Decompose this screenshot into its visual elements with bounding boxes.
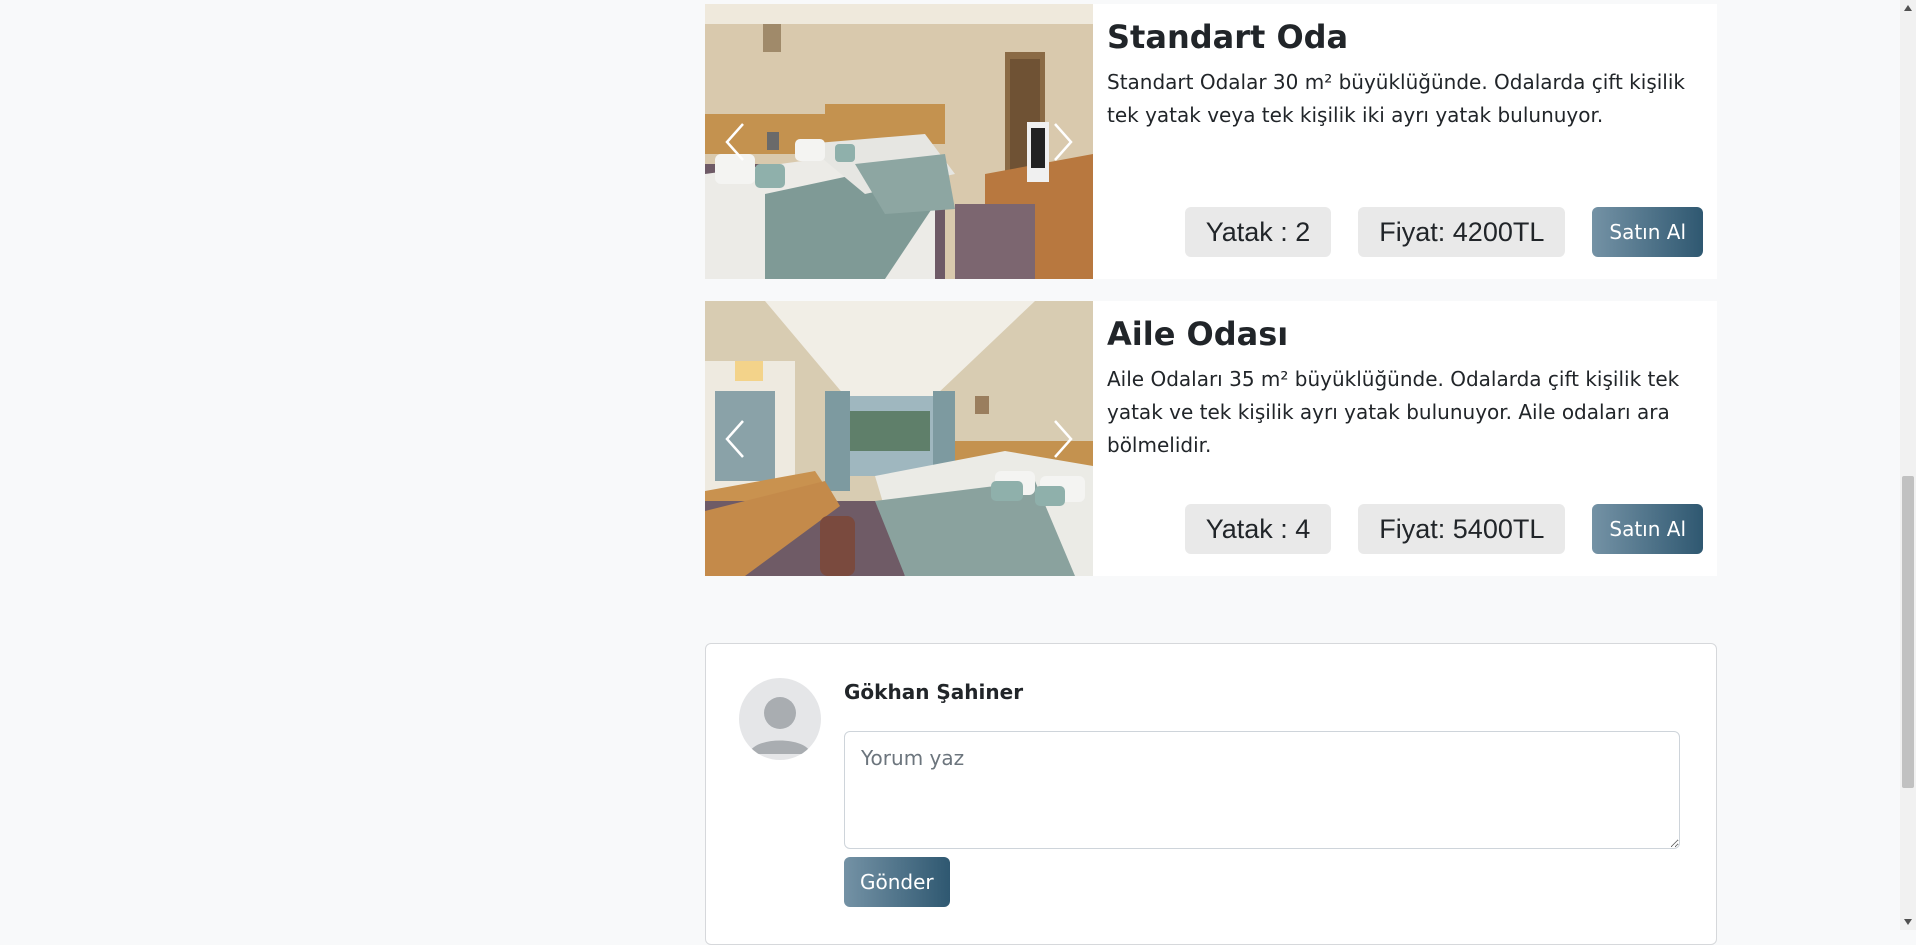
price-badge: Fiyat: 5400TL (1358, 504, 1566, 554)
room-photo (705, 4, 1093, 279)
comment-input[interactable] (844, 731, 1680, 849)
room-title: Aile Odası (1107, 315, 1289, 353)
user-avatar-icon (739, 678, 821, 760)
caret-up-icon (1904, 5, 1912, 11)
room-info: Standart Oda Standart Odalar 30 m² büyük… (1093, 4, 1717, 279)
chevron-left-icon (725, 122, 744, 161)
comment-user-name: Gökhan Şahiner (844, 680, 1024, 704)
scroll-down-button[interactable] (1900, 914, 1916, 930)
bed-count-badge: Yatak : 4 (1184, 504, 1332, 554)
chevron-right-icon (1054, 122, 1073, 161)
comment-section: Gökhan Şahiner Gönder (705, 643, 1717, 945)
room-card-standart: Standart Oda Standart Odalar 30 m² büyük… (705, 4, 1717, 279)
buy-button[interactable]: Satın Al (1592, 504, 1703, 554)
room-description: Standart Odalar 30 m² büyüklüğünde. Odal… (1107, 70, 1685, 128)
room-image-carousel[interactable] (705, 301, 1093, 576)
room-actions: Yatak : 2 Fiyat: 4200TL Satın Al (1184, 207, 1703, 257)
page-scrollbar[interactable] (1900, 0, 1916, 930)
room-photo (705, 301, 1093, 576)
buy-button[interactable]: Satın Al (1592, 207, 1703, 257)
scroll-up-button[interactable] (1900, 0, 1916, 16)
chevron-right-icon (1054, 419, 1073, 458)
carousel-next-button[interactable] (1043, 112, 1083, 172)
bed-count-badge: Yatak : 2 (1184, 207, 1332, 257)
carousel-next-button[interactable] (1043, 409, 1083, 469)
carousel-prev-button[interactable] (715, 409, 755, 469)
price-badge: Fiyat: 4200TL (1358, 207, 1566, 257)
send-comment-button[interactable]: Gönder (844, 857, 950, 907)
carousel-prev-button[interactable] (715, 112, 755, 172)
scrollbar-thumb[interactable] (1902, 476, 1914, 788)
caret-down-icon (1904, 919, 1912, 925)
room-info: Aile Odası Aile Odaları 35 m² büyüklüğün… (1093, 301, 1717, 576)
room-image-carousel[interactable] (705, 4, 1093, 279)
room-actions: Yatak : 4 Fiyat: 5400TL Satın Al (1184, 504, 1703, 554)
room-description: Aile Odaları 35 m² büyüklüğünde. Odalard… (1107, 367, 1680, 458)
room-card-aile: Aile Odası Aile Odaları 35 m² büyüklüğün… (705, 301, 1717, 576)
room-title: Standart Oda (1107, 18, 1349, 56)
chevron-left-icon (725, 419, 744, 458)
